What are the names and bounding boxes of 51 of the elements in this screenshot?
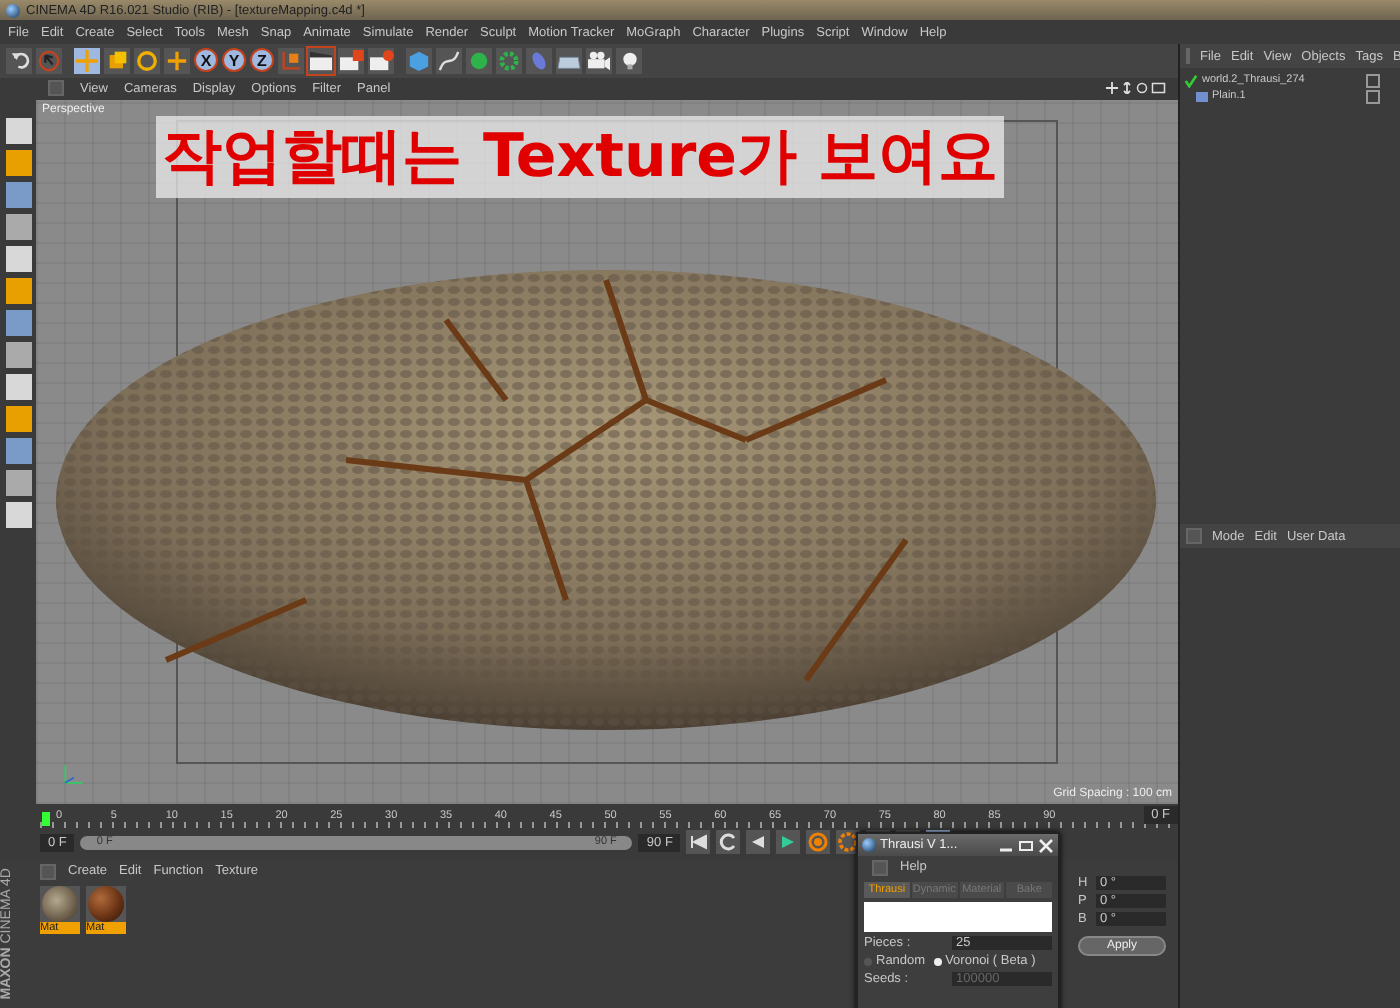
tool-icon[interactable] xyxy=(5,501,31,528)
material-preview-icon xyxy=(88,886,124,923)
go-to-start-icon[interactable] xyxy=(686,830,711,855)
clapperboard-icon[interactable] xyxy=(338,47,364,74)
handwritten-annotation: 작업할때는 Texture가 보여요 xyxy=(156,115,1004,198)
floor-grid-icon[interactable] xyxy=(556,47,582,74)
app-logo-icon xyxy=(862,838,876,852)
tool-icon[interactable] xyxy=(5,117,31,144)
navigation-icons[interactable] xyxy=(1106,82,1166,95)
record-icon[interactable] xyxy=(806,830,831,855)
undo-icon[interactable] xyxy=(6,47,32,74)
light-bulb-icon[interactable] xyxy=(616,47,642,74)
tool-icon[interactable] xyxy=(5,373,31,400)
tool-icon[interactable] xyxy=(5,245,31,272)
tool-icon[interactable] xyxy=(5,469,31,496)
cube-icon[interactable] xyxy=(406,47,432,74)
capsule-icon[interactable] xyxy=(526,47,552,74)
clapperboard-icon[interactable] xyxy=(308,47,334,74)
axis-lock-button[interactable]: Z xyxy=(250,48,274,73)
tool-icon[interactable] xyxy=(5,181,31,208)
axis-gizmo-icon xyxy=(60,759,88,788)
plane-object-icon xyxy=(1196,91,1208,101)
tool-icon[interactable] xyxy=(5,405,31,432)
app-logo-icon xyxy=(6,3,20,17)
tool-icon[interactable] xyxy=(5,309,31,336)
previous-frame-icon[interactable] xyxy=(746,830,771,855)
material-preview-icon xyxy=(42,886,78,923)
coordinate-system-icon[interactable] xyxy=(278,47,304,74)
scale-icon[interactable] xyxy=(104,47,130,74)
gear-icon[interactable] xyxy=(496,47,522,74)
axis-lock-button[interactable]: Y xyxy=(222,48,246,73)
close-icon[interactable] xyxy=(1038,837,1054,853)
clapperboard-icon[interactable] xyxy=(368,47,394,74)
maximize-icon[interactable] xyxy=(1018,837,1034,853)
null-object-icon xyxy=(1184,73,1198,87)
tool-icon[interactable] xyxy=(5,213,31,240)
playhead-handle[interactable] xyxy=(42,811,50,826)
rotate-icon[interactable] xyxy=(134,47,160,74)
axis-lock-button[interactable]: X xyxy=(194,48,218,73)
play-icon[interactable] xyxy=(776,830,801,855)
select-icon[interactable] xyxy=(36,47,62,74)
add-icon[interactable] xyxy=(164,47,190,74)
tool-icon[interactable] xyxy=(5,437,31,464)
tool-icon[interactable] xyxy=(5,341,31,368)
spline-pen-icon[interactable] xyxy=(436,47,462,74)
camera-icon[interactable] xyxy=(586,47,612,74)
tool-icon[interactable] xyxy=(5,277,31,304)
loop-icon[interactable] xyxy=(716,830,741,855)
sphere-icon[interactable] xyxy=(466,47,492,74)
tool-icon[interactable] xyxy=(5,149,31,176)
move-icon[interactable] xyxy=(74,47,100,74)
